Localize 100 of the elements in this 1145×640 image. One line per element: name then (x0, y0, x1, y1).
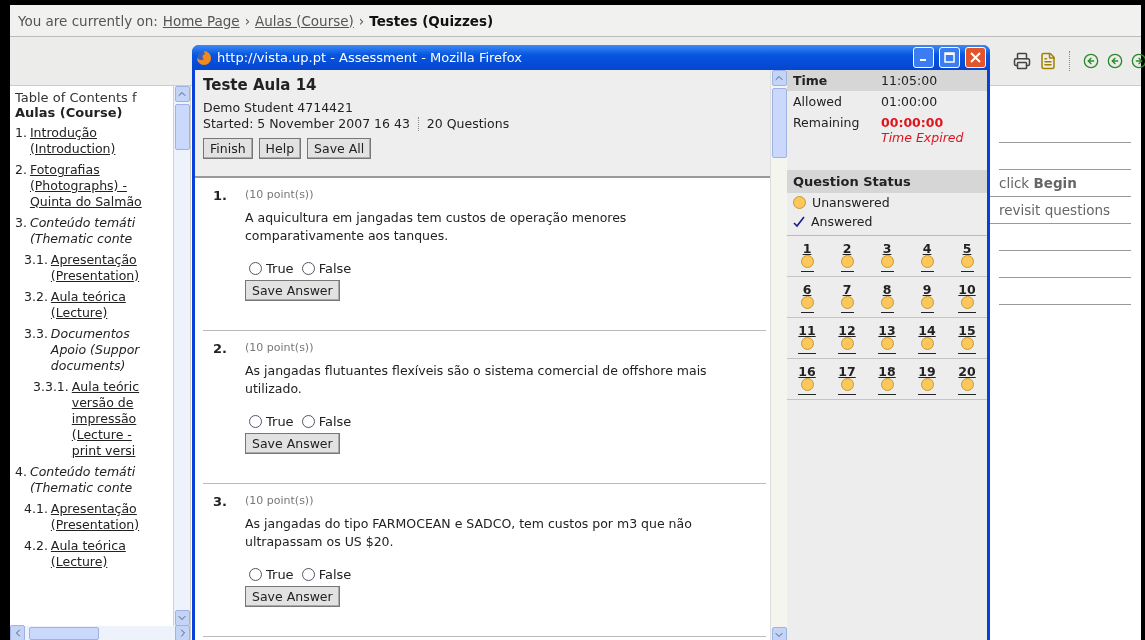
question-number: 2. (213, 341, 228, 358)
horizontal-scrollbar[interactable] (10, 626, 190, 640)
question-link[interactable]: 11 (798, 324, 816, 354)
maximize-button[interactable] (939, 47, 960, 68)
question-link[interactable]: 6 (800, 283, 814, 313)
quiz-button[interactable]: Finish (203, 138, 253, 159)
question-link[interactable]: 14 (918, 324, 936, 354)
question-link[interactable]: 8 (880, 283, 894, 313)
toc-link[interactable]: Fotografias (Photographs) - Quinta do Salmão (29, 162, 142, 210)
radio-label: True (266, 261, 294, 276)
item-number: 1. (15, 125, 27, 142)
item-number: 3.3. (24, 326, 48, 343)
question-link[interactable]: 3 (880, 242, 894, 272)
item-number: 3.3.1. (33, 379, 69, 396)
toc-link[interactable]: Aula teórica (Lecture) (50, 289, 126, 321)
toc-heading: Conteúdo temáti (Thematic conte (29, 215, 136, 247)
question-count: 20 Questions (426, 116, 510, 132)
close-button[interactable] (965, 47, 986, 68)
scrollbar-thumb[interactable] (174, 104, 190, 150)
question-link[interactable]: 9 (920, 283, 934, 313)
breadcrumb-link[interactable]: Aulas (Course) (255, 12, 354, 29)
timer-value: 00:00:00 (881, 115, 945, 130)
radio-button[interactable] (249, 262, 262, 275)
quiz-button[interactable]: Save All (307, 138, 372, 159)
breadcrumb-separator: › (358, 12, 365, 29)
question-link[interactable]: 10 (958, 283, 976, 313)
toc-heading: Conteúdo temáti (Thematic conte (29, 464, 136, 496)
window-title: http://vista.up.pt - Assessment - Mozilla Firefox (217, 50, 523, 65)
toc-link[interactable]: Aula teóric versão de impressão (Lecture - print versi (71, 379, 140, 459)
question-points: (10 point(s)) (245, 341, 315, 354)
question-text: As jangadas flutuantes flexíveis são o sistema comercial de offshore mais utilizado. (245, 362, 708, 398)
save-answer-button[interactable]: Save Answer (245, 280, 340, 301)
close-icon (970, 52, 981, 63)
toc-link[interactable]: Apresentação (Presentation) (50, 501, 140, 533)
scrollbar-thumb[interactable] (771, 88, 787, 158)
maximize-icon (944, 52, 955, 63)
radio-button[interactable] (249, 568, 262, 581)
document-icon[interactable] (1039, 52, 1057, 70)
quiz-button[interactable]: Help (258, 138, 302, 159)
item-number: 4.1. (24, 501, 48, 518)
legend-label: Answered (811, 214, 873, 229)
radio-label: False (318, 261, 352, 276)
item-number: 4.2. (24, 538, 48, 555)
question-link[interactable]: 4 (920, 242, 934, 272)
question-link[interactable]: 1 (800, 242, 814, 272)
item-number: 2. (15, 162, 27, 179)
scrollbar[interactable] (770, 70, 787, 640)
breadcrumb-link[interactable]: Home Page (162, 12, 240, 29)
save-answer-button[interactable]: Save Answer (245, 433, 340, 454)
arrow-right-icon[interactable] (1131, 53, 1145, 69)
question-number: 1. (213, 188, 228, 205)
question-text: A aquicultura em jangadas tem custos de operação menores comparativamente aos tanques. (245, 209, 628, 245)
scrollbar-thumb[interactable] (29, 626, 99, 640)
quiz-title: Teste Aula 14 (203, 76, 318, 94)
minimize-button[interactable] (913, 47, 934, 68)
radio-button[interactable] (249, 415, 262, 428)
item-number: 3.1. (24, 252, 48, 269)
radio-button[interactable] (301, 415, 315, 428)
question-link[interactable]: 12 (838, 324, 856, 354)
course-title: Aulas (Course) (15, 105, 124, 120)
scrollbar[interactable] (173, 86, 190, 626)
question-link[interactable]: 18 (878, 365, 896, 395)
radio-label: False (318, 567, 352, 582)
question-link[interactable]: 20 (958, 365, 976, 395)
arrow-left-icon[interactable] (1083, 53, 1099, 69)
question-link[interactable]: 16 (798, 365, 816, 395)
instruction-text: revisit questions (999, 202, 1111, 218)
breadcrumb-label: You are currently on: (18, 12, 158, 29)
question-number: 3. (213, 494, 228, 511)
student-name: Demo Student 4714421 (203, 100, 354, 116)
question-link[interactable]: 17 (838, 365, 856, 395)
item-number: 3.2. (24, 289, 48, 306)
toc-link[interactable]: Introdução (Introduction) (29, 125, 116, 157)
item-number: 4. (15, 464, 27, 481)
question-link[interactable]: 13 (878, 324, 896, 354)
question-link[interactable]: 2 (840, 242, 854, 272)
question-link[interactable]: 7 (840, 283, 854, 313)
start-time: Started: 5 November 2007 16 43 (203, 116, 410, 132)
arrow-left-icon[interactable] (1107, 53, 1123, 69)
question-link[interactable]: 15 (958, 324, 976, 354)
radio-button[interactable] (301, 568, 315, 581)
timer-label: Allowed (793, 94, 843, 109)
breadcrumb-current: Testes (Quizzes) (369, 12, 494, 29)
timer-note: Time Expired (881, 130, 964, 145)
question-link[interactable]: 5 (960, 242, 974, 272)
radio-label: True (266, 414, 294, 429)
timer-label: Time (793, 73, 829, 88)
timer-label: Remaining (793, 115, 861, 132)
radio-button[interactable] (301, 262, 315, 275)
toc-heading: Documentos Apoio (Suppor documents) (50, 326, 140, 374)
question-link[interactable]: 19 (918, 365, 936, 395)
breadcrumb-separator: › (244, 12, 251, 29)
printer-icon[interactable] (1013, 52, 1031, 70)
question-points: (10 point(s)) (245, 188, 315, 201)
toc-title: Table of Contents f (15, 90, 138, 105)
toc-link[interactable]: Apresentação (Presentation) (50, 252, 140, 284)
instruction-text: click Begin (999, 175, 1077, 191)
save-answer-button[interactable]: Save Answer (245, 586, 340, 607)
status-title: Question Status (787, 170, 987, 193)
toc-link[interactable]: Aula teórica (Lecture) (50, 538, 126, 570)
